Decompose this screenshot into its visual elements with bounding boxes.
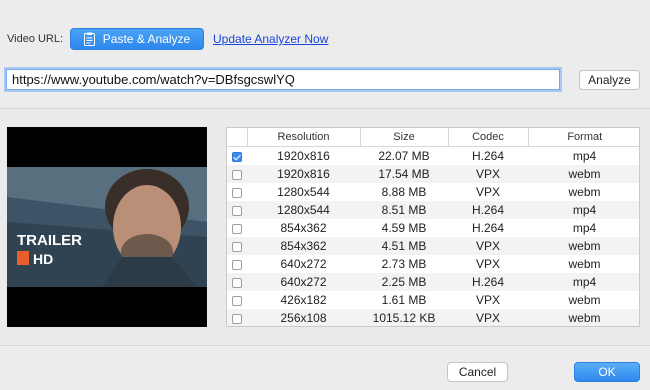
table-row[interactable]: 1920x816 17.54 MB VPX webm: [227, 165, 639, 183]
cell-size: 8.51 MB: [360, 201, 448, 219]
row-checkbox[interactable]: [232, 169, 242, 180]
cell-codec: VPX: [475, 257, 500, 271]
table-row[interactable]: 854x362 4.59 MB H.264 mp4: [227, 219, 639, 237]
cancel-button[interactable]: Cancel: [447, 362, 508, 382]
row-checkbox[interactable]: [232, 223, 242, 234]
row-checkbox-cell: [227, 183, 247, 201]
cell-size: 4.59 MB: [381, 221, 427, 235]
table-row[interactable]: 256x108 1015.12 KB VPX webm: [227, 309, 639, 326]
row-checkbox[interactable]: [232, 151, 242, 162]
cell-codec: VPX: [475, 185, 500, 199]
cell-codec: VPX: [475, 293, 500, 307]
cell-format: webm: [568, 185, 601, 199]
cell-format: mp4: [528, 273, 639, 291]
hd-badge-text: HD: [33, 251, 53, 267]
cell-resolution: 854x362: [280, 221, 327, 235]
cell-codec: H.264: [471, 149, 505, 163]
cell-format: webm: [568, 257, 601, 271]
row-checkbox[interactable]: [232, 277, 242, 288]
table-row[interactable]: 640x272 2.25 MB H.264 mp4: [227, 273, 639, 291]
cell-format: webm: [528, 165, 639, 183]
cell-size: 4.51 MB: [360, 237, 448, 255]
video-thumbnail: TRAILER HD: [7, 127, 207, 327]
row-checkbox[interactable]: [232, 295, 242, 306]
cell-size: 2.25 MB: [360, 273, 448, 291]
cell-codec: H.264: [448, 273, 528, 291]
table-row[interactable]: 1920x816 22.07 MB H.264 mp4: [227, 147, 639, 166]
thumbnail-image: TRAILER HD: [7, 127, 207, 327]
column-header-select: [227, 128, 248, 147]
cell-codec: VPX: [448, 237, 528, 255]
cell-format: mp4: [572, 221, 597, 235]
cell-resolution: 1280x544: [247, 201, 360, 219]
cell-codec: VPX: [448, 309, 528, 326]
column-header-codec[interactable]: Codec: [448, 128, 529, 147]
column-header-resolution[interactable]: Resolution: [247, 128, 361, 147]
row-checkbox-cell: [227, 291, 247, 309]
cell-size: 1015.12 KB: [360, 309, 448, 326]
row-checkbox-cell: [227, 255, 247, 273]
row-checkbox[interactable]: [232, 241, 242, 252]
row-checkbox-cell: [227, 165, 247, 183]
cell-resolution: 1920x816: [277, 149, 330, 163]
table-header-row: Resolution Size Codec Format: [227, 128, 639, 147]
row-checkbox-cell: [227, 273, 247, 291]
cell-resolution: 854x362: [247, 237, 360, 255]
row-checkbox[interactable]: [232, 205, 242, 216]
trailer-badge-text: TRAILER: [17, 232, 82, 249]
row-checkbox-cell: [227, 309, 247, 326]
column-header-size[interactable]: Size: [360, 128, 449, 147]
row-checkbox-cell: [227, 219, 247, 237]
cell-codec: VPX: [448, 165, 528, 183]
table-row[interactable]: 1280x544 8.51 MB H.264 mp4: [227, 201, 639, 219]
cell-format: webm: [568, 293, 601, 307]
cell-codec: H.264: [471, 221, 505, 235]
table-row[interactable]: 854x362 4.51 MB VPX webm: [227, 237, 639, 255]
paste-analyze-button[interactable]: Paste & Analyze: [70, 28, 204, 50]
cell-resolution: 426x182: [280, 293, 327, 307]
table-row[interactable]: 426x182 1.61 MB VPX webm: [227, 291, 639, 309]
cell-format: mp4: [572, 149, 597, 163]
column-header-format[interactable]: Format: [528, 128, 639, 147]
cell-size: 1.61 MB: [381, 293, 427, 307]
cell-size: 2.73 MB: [381, 257, 427, 271]
video-url-label: Video URL:: [7, 33, 64, 45]
cell-resolution: 1920x816: [247, 165, 360, 183]
paste-analyze-label: Paste & Analyze: [102, 32, 191, 46]
clipboard-icon: [83, 32, 95, 46]
cell-size: 17.54 MB: [360, 165, 448, 183]
cell-format: mp4: [528, 201, 639, 219]
cell-resolution: 640x272: [247, 273, 360, 291]
analyze-button[interactable]: Analyze: [579, 70, 640, 90]
video-url-input[interactable]: [6, 69, 560, 90]
row-checkbox[interactable]: [232, 313, 242, 324]
cell-format: webm: [528, 309, 639, 326]
format-table: Resolution Size Codec Format 1920x816 22.…: [227, 128, 639, 326]
row-checkbox-cell: [227, 201, 247, 219]
cell-resolution: 256x108: [247, 309, 360, 326]
table-row[interactable]: 1280x544 8.88 MB VPX webm: [227, 183, 639, 201]
cell-format: webm: [528, 237, 639, 255]
cell-resolution: 640x272: [280, 257, 327, 271]
ok-button[interactable]: OK: [574, 362, 640, 382]
cell-size: 22.07 MB: [378, 149, 430, 163]
format-table-container: Resolution Size Codec Format 1920x816 22.…: [226, 127, 640, 327]
cell-size: 8.88 MB: [381, 185, 427, 199]
row-checkbox[interactable]: [232, 259, 242, 270]
row-checkbox-cell: [227, 147, 247, 166]
table-row[interactable]: 640x272 2.73 MB VPX webm: [227, 255, 639, 273]
top-panel: [0, 0, 650, 109]
row-checkbox-cell: [227, 237, 247, 255]
update-analyzer-link[interactable]: Update Analyzer Now: [213, 32, 328, 46]
bottom-bar: [0, 345, 650, 390]
row-checkbox[interactable]: [232, 187, 242, 198]
cell-resolution: 1280x544: [277, 185, 330, 199]
cell-codec: H.264: [448, 201, 528, 219]
